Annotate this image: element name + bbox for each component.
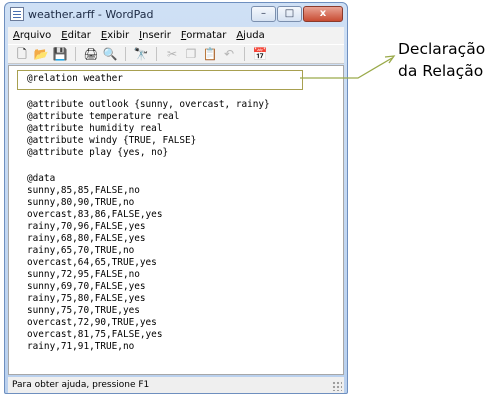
annotation-arrow-line xyxy=(300,57,393,79)
relation-callout: Declaração da Relação xyxy=(398,38,486,82)
callout-line-2: da Relação xyxy=(398,62,484,80)
callout-line-1: Declaração xyxy=(398,40,486,58)
